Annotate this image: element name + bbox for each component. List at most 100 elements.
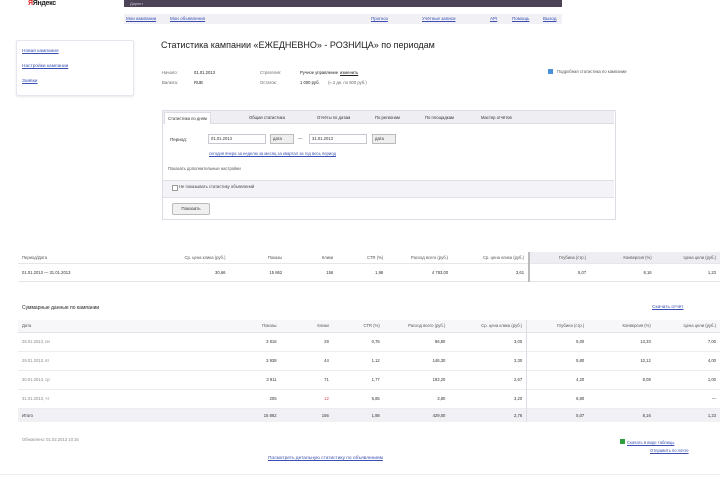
yandex-logo[interactable]: ЯЯндекс <box>28 0 88 8</box>
show-button[interactable]: Показать <box>172 203 210 215</box>
summary-header-cell: Расход всего (руб.) <box>410 254 449 260</box>
daily-cell: 7,00 <box>707 339 716 344</box>
sidebar-item-requests[interactable]: Заявки <box>22 79 38 84</box>
daily-cell: 4,00 <box>707 358 716 363</box>
nav-my-campaigns[interactable]: Мои кампании <box>126 14 156 24</box>
table-row: 30.01.2013, ср 3 911 71 1,77 193,20 2,67… <box>18 370 720 389</box>
hide-ads-stats-checkbox[interactable] <box>172 185 178 191</box>
daily-cell: 86,80 <box>434 339 446 344</box>
detailed-ads-stats-link[interactable]: Посмотреть детальную статистику по объяв… <box>268 456 383 461</box>
daily-header-cell: Показы <box>262 323 277 329</box>
info-square-icon <box>548 69 553 74</box>
info-currency-value: RUB <box>194 80 203 85</box>
tab-daily-stats[interactable]: Статистика по дням <box>164 112 211 124</box>
tab-general-stats[interactable]: Общая статистика <box>246 112 288 123</box>
tab-report-wizard[interactable]: Мастер отчётов <box>478 112 515 123</box>
daily-header-cell: Глубина (стр.) <box>526 320 589 332</box>
daily-cell: 1,12 <box>371 358 380 363</box>
top-bar <box>124 0 562 7</box>
daily-cell: 8,08 <box>642 377 651 382</box>
download-table-link[interactable]: Скачать в виде таблицы <box>627 440 674 445</box>
daily-cell: 3,00 <box>514 339 523 344</box>
daily-date-cell: 28.01.2013, пн <box>22 339 50 344</box>
info-remaining-value: 1 000 руб. <box>300 80 320 85</box>
summary-header-cell: Период/Дата <box>22 254 48 260</box>
nav-logout[interactable]: Выход <box>543 14 556 24</box>
info-start-value: 01.01.2013 <box>194 70 215 75</box>
daily-cell: 3 816 <box>266 339 277 344</box>
summary-header-cell: Ср. цена клика (руб.) <box>483 254 525 260</box>
top-bar-label: Директ <box>130 1 144 6</box>
nav-my-ads[interactable]: Мои объявления <box>170 14 205 24</box>
date-range-dash: — <box>298 136 303 141</box>
summary-cell: 1,23 <box>707 269 716 275</box>
daily-cell: 146,30 <box>432 358 446 363</box>
nav-help[interactable]: Помощь <box>512 14 529 24</box>
summary-table: Период/Дата Ср. цена клика (руб.) Показы… <box>18 252 720 282</box>
download-report-link[interactable]: Скачать отчёт <box>652 305 683 310</box>
daily-cell <box>588 389 655 408</box>
info-strategy-value: Ручное управление <box>300 70 339 75</box>
daily-total-cell: 5,07 <box>526 408 589 422</box>
options-bar <box>163 180 614 198</box>
daily-header-cell: Клики <box>317 323 329 329</box>
daily-cell: 3,80 <box>437 396 446 401</box>
sidebar-item-campaign-settings[interactable]: Настройки кампании <box>22 64 68 69</box>
daily-cell: 5,00 <box>526 332 589 351</box>
logo-text: Яндекс <box>32 0 56 7</box>
daily-cell: 6,80 <box>526 389 589 408</box>
nav-accounts[interactable]: Учётные записи <box>422 14 456 24</box>
daily-total-row: Итого 15 862 156 1,98 429,00 2,76 5,07 8… <box>18 408 720 422</box>
daily-total-label: Итого <box>22 412 33 418</box>
daily-section-title: Суммарные данные по кампании <box>22 305 100 311</box>
daily-cell: 2,67 <box>514 377 523 382</box>
daily-cell: 4,20 <box>526 370 589 389</box>
daily-date-cell: 30.01.2013, ср <box>22 377 50 382</box>
nav-forecast[interactable]: Прогноз <box>371 14 388 24</box>
daily-header-row: Дата Показы Клики CTR (%) Расход всего (… <box>18 320 720 332</box>
tab-by-region[interactable]: По регионам <box>372 112 403 123</box>
table-row: 31.01.2013, чт 205 12 5,85 3,80 3,20 6,8… <box>18 389 720 408</box>
show-more-settings-link[interactable]: Показать дополнительные настройки <box>168 166 241 171</box>
summary-cell: 5,07 <box>528 263 591 281</box>
daily-cell: 5,80 <box>526 351 589 370</box>
daily-cell: 10,12 <box>640 358 651 363</box>
date-to-input[interactable]: 31.01.2013 <box>309 134 367 144</box>
sidebar-item-new-campaign[interactable]: Новая кампания <box>22 49 59 54</box>
tab-by-sites[interactable]: По площадкам <box>422 112 457 123</box>
summary-header-row: Период/Дата Ср. цена клика (руб.) Показы… <box>18 252 720 263</box>
nav-api[interactable]: API <box>490 14 497 24</box>
summary-header-cell: Конверсия (%) <box>590 252 656 263</box>
summary-header-cell: Глубина (стр.) <box>528 252 591 263</box>
date-to-calendar-button[interactable]: дата <box>372 134 396 144</box>
daily-header-cell: Дата <box>22 323 32 329</box>
info-strategy-label: Стратегия: <box>260 70 282 75</box>
date-from-input[interactable]: 01.01.2013 <box>208 134 266 144</box>
daily-total-cell: 156 <box>321 412 329 418</box>
page-title: Статистика кампании «ЕЖЕДНЕВНО» - РОЗНИЦ… <box>161 40 435 50</box>
daily-cell: 0,76 <box>371 339 380 344</box>
spreadsheet-icon <box>620 439 625 444</box>
last-updated-text: Обновлено: 01.02.2013 10:16 <box>22 437 79 442</box>
summary-header-cell: Клики <box>321 254 334 260</box>
table-row: 28.01.2013, пн 3 816 29 0,76 86,80 3,00 … <box>18 332 720 351</box>
summary-cell: 3,61 <box>515 269 525 275</box>
daily-cell: 3 938 <box>266 358 277 363</box>
period-label: Период: <box>170 137 188 142</box>
change-strategy-link[interactable]: изменить <box>340 70 358 75</box>
daily-header-cell: Конверсия (%) <box>622 323 651 329</box>
daily-cell: 13,33 <box>640 339 651 344</box>
daily-cell: — <box>711 396 716 401</box>
send-by-email-link[interactable]: Отправить по почте <box>650 448 689 453</box>
summary-header-cell: Показы <box>267 254 283 260</box>
summary-header-cell: CTR (%) <box>366 254 384 260</box>
daily-table: Дата Показы Клики CTR (%) Расход всего (… <box>18 320 720 422</box>
period-presets[interactable]: сегодня вчера за неделю за месяц за квар… <box>209 151 336 156</box>
tab-reports-by-date[interactable]: Отчёты по датам <box>314 112 353 123</box>
summary-header-cell: Ср. цена клика (руб.) <box>184 254 226 260</box>
date-from-calendar-button[interactable]: дата <box>270 134 294 144</box>
daily-total-cell: 2,76 <box>514 412 523 418</box>
summary-cell: 1,98 <box>375 269 384 275</box>
daily-cell: 12 <box>324 396 329 401</box>
detailed-stats-notice[interactable]: Подробная статистика по кампании <box>557 69 627 74</box>
